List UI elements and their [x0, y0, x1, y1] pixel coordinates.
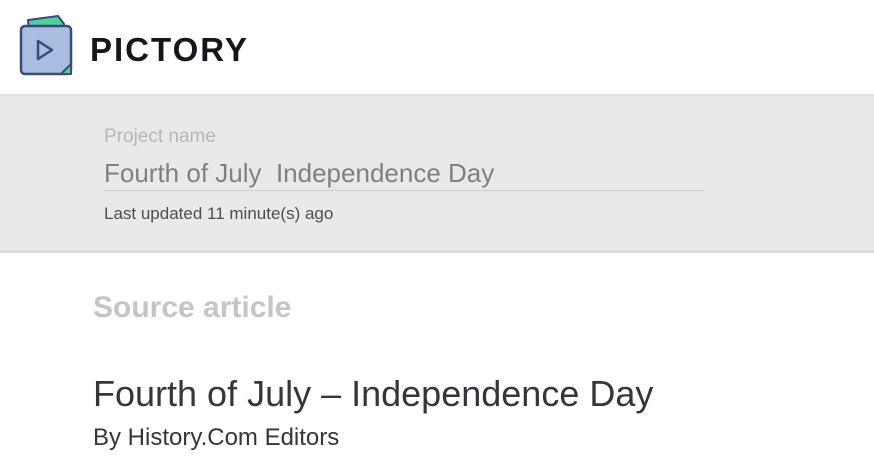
source-article-heading: Source article: [93, 291, 292, 324]
article-title: Fourth of July – Independence Day: [93, 373, 654, 414]
brand-name[interactable]: PICTORY: [90, 30, 249, 70]
last-updated-text: Last updated 11 minute(s) ago: [104, 204, 334, 223]
project-name-input[interactable]: Fourth of July Independence Day: [104, 156, 704, 191]
project-panel: Project name Fourth of July Independence…: [0, 96, 874, 253]
top-bar: PICTORY: [0, 0, 874, 96]
book-play-icon[interactable]: [18, 14, 74, 80]
project-name-label: Project name: [104, 126, 216, 147]
article-author: By History.Com Editors: [93, 424, 340, 451]
